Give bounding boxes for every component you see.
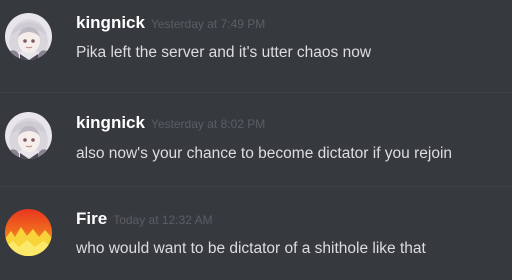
chat-message-list: kingnick Yesterday at 7:49 PM Pika left t…	[0, 0, 512, 280]
anime-character-avatar-icon	[5, 112, 52, 159]
fire-avatar-icon	[5, 209, 52, 256]
timestamp: Yesterday at 8:02 PM	[150, 117, 266, 131]
username[interactable]: Fire	[76, 209, 107, 228]
timestamp: Yesterday at 7:49 PM	[150, 17, 266, 31]
username[interactable]: kingnick	[76, 13, 145, 32]
avatar[interactable]	[5, 112, 52, 159]
message-text: who would want to be dictator of a shith…	[76, 240, 426, 257]
message-header: Fire Today at 12:32 AM	[76, 209, 213, 229]
message-header: kingnick Yesterday at 7:49 PM	[76, 13, 265, 33]
username[interactable]: kingnick	[76, 113, 145, 132]
timestamp: Today at 12:32 AM	[113, 213, 213, 227]
avatar[interactable]	[5, 13, 52, 60]
divider	[0, 186, 512, 187]
avatar[interactable]	[5, 209, 52, 256]
message-text: Pika left the server and it's utter chao…	[76, 44, 372, 61]
message-header: kingnick Yesterday at 8:02 PM	[76, 113, 265, 133]
anime-character-avatar-icon	[5, 13, 52, 60]
message-text: also now's your chance to become dictato…	[76, 145, 453, 162]
divider	[0, 92, 512, 93]
